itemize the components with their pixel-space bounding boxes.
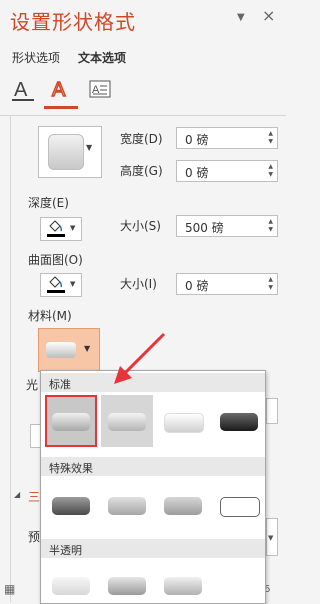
contour-color-button[interactable]: ▼ [40, 273, 82, 297]
bevel-height-value: 0 磅 [185, 166, 209, 180]
spin-down-icon[interactable]: ▼ [268, 226, 273, 233]
chevron-down-icon: ▼ [70, 280, 76, 288]
contour-size-label: 大小(I) [120, 277, 157, 291]
powder-material-icon[interactable] [45, 559, 97, 603]
chevron-down-icon: ▼ [84, 344, 91, 353]
textbox-icon[interactable]: A [86, 76, 114, 104]
lighting-label: 光 [26, 378, 39, 392]
paint-bucket-icon [49, 276, 63, 288]
depth-color-button[interactable]: ▼ [40, 217, 82, 241]
close-icon[interactable]: × [262, 6, 275, 25]
dark-edge-material-icon[interactable] [45, 479, 97, 531]
section-standard-label: 标准 [49, 378, 71, 391]
svg-text:A: A [52, 79, 66, 101]
contour-size-value: 0 磅 [185, 279, 209, 293]
color-swatch [47, 290, 65, 293]
depth-size-value: 500 磅 [185, 221, 224, 235]
divider [0, 115, 286, 116]
spin-up-icon[interactable]: ▲ [268, 276, 273, 283]
category-selection-indicator [44, 106, 78, 109]
width-label: 宽度(D) [120, 132, 163, 146]
soft-edge-material-icon[interactable] [101, 479, 153, 531]
paint-bucket-icon [49, 220, 63, 232]
material-gallery-popup: 标准 特殊效果 半透明 [40, 370, 266, 604]
material-preview-icon [46, 342, 76, 358]
svg-text:A: A [14, 79, 28, 101]
section-divider [10, 115, 11, 602]
spin-up-icon[interactable]: ▲ [268, 163, 273, 170]
section-translucent-label: 半透明 [49, 544, 82, 557]
section-special-effects-label: 特殊效果 [49, 462, 93, 475]
warm-matte-material-icon[interactable] [101, 395, 153, 447]
spin-down-icon[interactable]: ▼ [268, 171, 273, 178]
material-label: 材料(M) [28, 309, 72, 323]
plastic-material-icon[interactable] [157, 395, 209, 447]
pane-title: 设置形状格式 [10, 10, 136, 34]
translucent-powder-material-icon[interactable] [157, 559, 209, 603]
spin-up-icon[interactable]: ▲ [268, 130, 273, 137]
metal-material-icon[interactable] [213, 395, 265, 447]
spin-up-icon[interactable]: ▲ [268, 218, 273, 225]
gallery-section-header: 半透明 [41, 539, 265, 558]
tab-text-options[interactable]: 文本选项 [78, 49, 126, 66]
section-3d-rotation-header[interactable]: 三 [28, 488, 40, 505]
spin-down-icon[interactable]: ▼ [268, 284, 273, 291]
preset-label: 预 [28, 530, 41, 544]
wireframe-material-icon[interactable] [213, 479, 265, 531]
text-effects-icon[interactable]: A [48, 76, 76, 104]
chevron-down-icon: ▼ [86, 143, 93, 152]
selected-highlight-frame [45, 395, 97, 447]
angle-stepper[interactable] [266, 398, 278, 424]
chevron-down-icon: ▼ [70, 224, 76, 232]
height-label: 高度(G) [120, 164, 163, 178]
bevel-width-stepper[interactable]: 0 磅 ▲ ▼ [176, 127, 278, 149]
contour-size-stepper[interactable]: 0 磅 ▲ ▼ [176, 273, 278, 295]
text-fill-outline-icon[interactable]: A [10, 76, 38, 104]
bevel-width-value: 0 磅 [185, 133, 209, 147]
depth-label: 深度(E) [28, 196, 69, 210]
color-swatch [47, 234, 65, 237]
clear-material-icon[interactable] [101, 559, 153, 603]
depth-size-label: 大小(S) [120, 219, 161, 233]
depth-size-stepper[interactable]: 500 磅 ▲ ▼ [176, 215, 278, 237]
contour-label: 曲面图(O) [28, 253, 83, 267]
chevron-down-icon: ▼ [268, 534, 274, 542]
tab-shape-options[interactable]: 形状选项 [12, 49, 60, 66]
gallery-section-header: 特殊效果 [41, 457, 265, 476]
annotation-arrow-icon [114, 332, 166, 384]
bevel-height-stepper[interactable]: 0 磅 ▲ ▼ [176, 160, 278, 182]
spin-down-icon[interactable]: ▼ [268, 138, 273, 145]
bevel-preview-icon [48, 134, 84, 170]
flat-material-icon[interactable] [157, 479, 209, 531]
pane-options-dropdown[interactable]: ▼ [237, 12, 245, 23]
grid-view-icon[interactable]: ▦ [4, 582, 15, 596]
expand-triangle-icon[interactable]: ◢ [14, 490, 20, 499]
matte-material-icon[interactable] [45, 395, 97, 447]
